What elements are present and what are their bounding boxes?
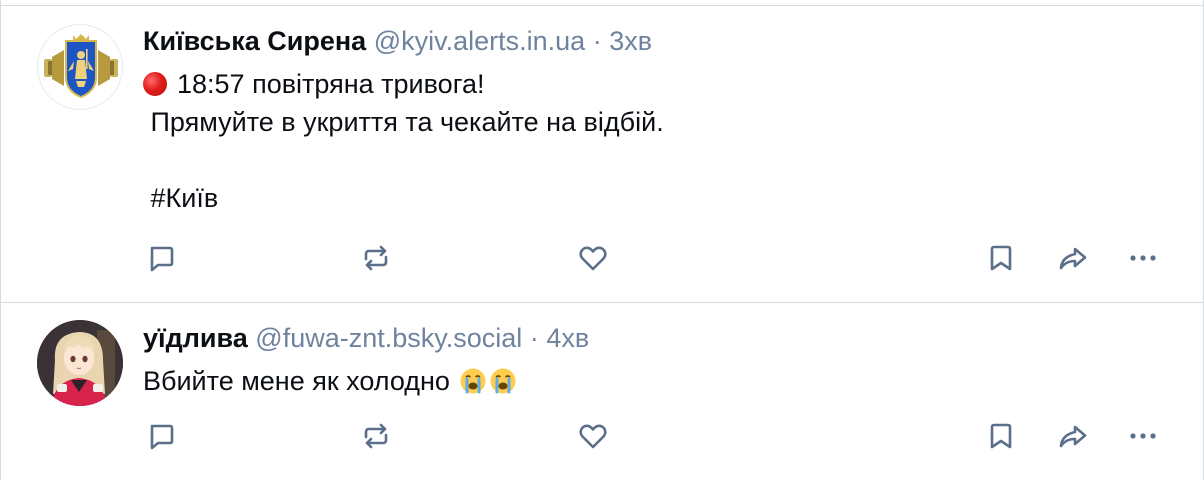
post[interactable]: Київська Сирена @kyiv.alerts.in.ua · 3хв… [1, 7, 1203, 303]
avatar[interactable] [37, 320, 123, 406]
like-button[interactable] [575, 418, 611, 454]
share-button[interactable] [1055, 240, 1091, 276]
more-button[interactable] [1125, 240, 1161, 276]
repost-button[interactable] [358, 418, 394, 454]
post-actions [143, 240, 1173, 276]
bookmark-button[interactable] [983, 240, 1019, 276]
share-icon [1059, 247, 1087, 270]
post-line: Вбийте мене як холодно [143, 362, 1173, 400]
post-line [143, 141, 1173, 179]
post-header: Київська Сирена @kyiv.alerts.in.ua · 3хв [143, 23, 1173, 59]
reply-button[interactable] [143, 418, 179, 454]
repost-icon [364, 423, 388, 449]
separator: · [592, 26, 602, 56]
reply-icon [150, 246, 174, 272]
post-text: Вбийте мене як холодно [143, 362, 1173, 400]
post-line-text: 18:57 повітряна тривога! [177, 69, 485, 99]
reply-icon [150, 424, 174, 450]
more-icon [1130, 433, 1156, 439]
red-circle-icon [143, 72, 167, 96]
previous-post-edge [1, 0, 1203, 6]
post-time[interactable]: 3хв [609, 26, 652, 56]
author-name[interactable]: Київська Сирена [143, 26, 366, 56]
post-content: уїдлива @fuwa-znt.bsky.social · 4хв Вбий… [143, 320, 1173, 400]
bookmark-icon [990, 423, 1012, 449]
post-line: 18:57 повітряна тривога! [143, 65, 1173, 103]
author-handle[interactable]: @fuwa-znt.bsky.social [255, 323, 522, 353]
avatar[interactable] [37, 24, 123, 110]
like-icon [579, 246, 607, 271]
post[interactable]: уїдлива @fuwa-znt.bsky.social · 4хв Вбий… [1, 304, 1203, 480]
bookmark-button[interactable] [983, 418, 1019, 454]
post-actions [143, 418, 1173, 454]
more-icon [1130, 255, 1156, 261]
post-line: Прямуйте в укриття та чекайте на відбій. [143, 107, 664, 137]
share-button[interactable] [1055, 418, 1091, 454]
reply-button[interactable] [143, 240, 179, 276]
feed: Київська Сирена @kyiv.alerts.in.ua · 3хв… [0, 0, 1204, 480]
separator: · [529, 323, 539, 353]
more-button[interactable] [1125, 418, 1161, 454]
anime-girl-avatar-icon [37, 320, 123, 406]
repost-button[interactable] [358, 240, 394, 276]
post-line-text: Вбийте мене як холодно [143, 366, 450, 396]
post-time[interactable]: 4хв [546, 323, 589, 353]
post-header: уїдлива @fuwa-znt.bsky.social · 4хв [143, 320, 1173, 356]
hashtag[interactable]: #Київ [143, 179, 1173, 217]
author-handle[interactable]: @kyiv.alerts.in.ua [374, 26, 585, 56]
post-text: 18:57 повітряна тривога! Прямуйте в укри… [143, 65, 1173, 217]
repost-icon [364, 245, 388, 271]
like-icon [579, 424, 607, 449]
author-name[interactable]: уїдлива [143, 323, 248, 353]
like-button[interactable] [575, 240, 611, 276]
post-content: Київська Сирена @kyiv.alerts.in.ua · 3хв… [143, 23, 1173, 217]
kyiv-coat-of-arms-siren-icon [44, 34, 118, 99]
bookmark-icon [990, 245, 1012, 271]
loudly-crying-face-icon [490, 368, 516, 394]
loudly-crying-face-icon [460, 368, 486, 394]
share-icon [1059, 425, 1087, 448]
